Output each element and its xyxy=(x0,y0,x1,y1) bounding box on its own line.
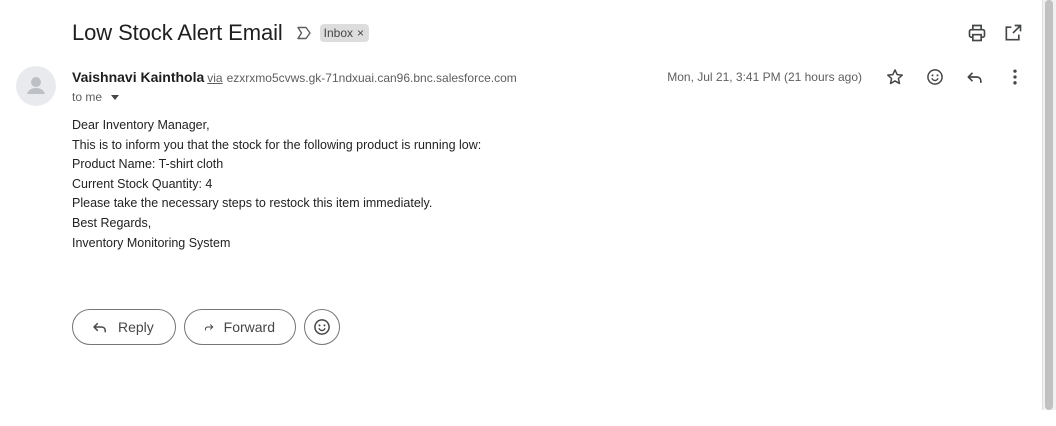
via-link[interactable]: via xyxy=(207,71,222,85)
via-address: ezxrxmo5cvws.gk-71ndxuai.can96.bnc.sales… xyxy=(226,71,517,85)
body-line: Dear Inventory Manager, xyxy=(72,118,210,132)
more-vert-icon[interactable] xyxy=(1004,66,1026,88)
body-line: Inventory Monitoring System xyxy=(72,235,231,250)
forward-button[interactable]: Forward xyxy=(184,309,296,345)
subject-row: Low Stock Alert Email Inbox × xyxy=(72,18,370,48)
email-timestamp: Mon, Jul 21, 3:41 PM (21 hours ago) xyxy=(667,70,862,84)
email-body: Dear Inventory Manager, This is to infor… xyxy=(72,116,481,253)
open-in-new-icon[interactable] xyxy=(1002,22,1024,44)
reply-label: Reply xyxy=(118,319,154,335)
recipient-text: to me xyxy=(72,90,103,104)
reply-button[interactable]: Reply xyxy=(72,309,176,345)
body-line: Current Stock Quantity: 4 xyxy=(72,176,213,191)
thread-actions xyxy=(966,22,1024,44)
importance-marker-icon[interactable] xyxy=(296,25,312,41)
print-icon[interactable] xyxy=(966,22,988,44)
scrollbar[interactable] xyxy=(1042,0,1056,410)
inbox-label-chip[interactable]: Inbox × xyxy=(319,24,370,42)
forward-icon xyxy=(204,324,214,331)
show-details-icon[interactable] xyxy=(111,94,120,100)
star-icon[interactable] xyxy=(884,66,906,88)
email-subject: Low Stock Alert Email xyxy=(72,20,283,45)
body-line: Best Regards, xyxy=(72,215,152,230)
inbox-label-text: Inbox xyxy=(323,26,354,40)
person-icon xyxy=(27,77,45,94)
remove-label-icon[interactable]: × xyxy=(357,27,364,39)
recipient-line: to me xyxy=(72,90,120,104)
body-line: Product Name: T-shirt cloth xyxy=(72,157,224,172)
sender-avatar[interactable] xyxy=(16,66,56,106)
body-line: This is to inform you that the stock for… xyxy=(72,137,482,152)
reply-bar: Reply Forward xyxy=(72,309,340,345)
reply-icon[interactable] xyxy=(964,66,986,88)
scrollbar-thumb[interactable] xyxy=(1045,0,1053,410)
sender-line: Vaishnavi Kainthola via ezxrxmo5cvws.gk-… xyxy=(72,69,517,85)
emoji-reaction-button[interactable] xyxy=(304,309,340,345)
body-line: Please take the necessary steps to resto… xyxy=(72,196,433,211)
forward-label: Forward xyxy=(223,319,275,335)
message-actions xyxy=(884,66,1026,88)
emoji-icon xyxy=(314,319,330,335)
reply-icon xyxy=(93,322,106,333)
sender-name[interactable]: Vaishnavi Kainthola xyxy=(72,69,204,85)
emoji-icon[interactable] xyxy=(924,66,946,88)
